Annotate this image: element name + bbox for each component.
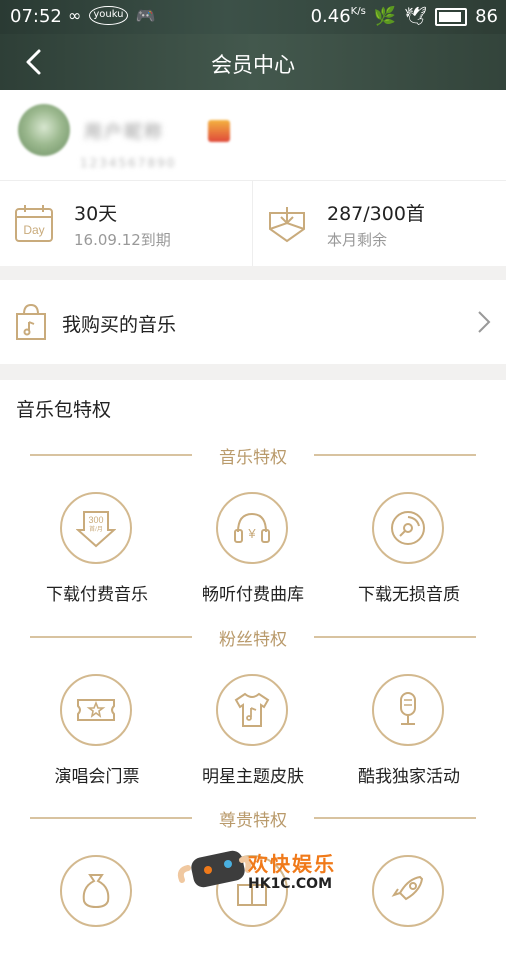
stat-downloads-value: 287/300首 [327,203,425,225]
calendar-day-label: Day [23,223,44,237]
download-300-unit: 首/月 [89,525,103,533]
calendar-day-icon: Day [15,205,53,242]
app-header: 会员中心 [0,34,506,90]
rocket-icon [372,855,444,927]
status-time: 07:52 [10,6,62,27]
stat-days-value: 30天 [74,203,118,225]
infinity-icon: ∞ [68,6,82,25]
my-purchased-music-label: 我购买的音乐 [62,314,177,336]
membership-stats: Day 30天 16.09.12到期 287/300首 本月剩余 [0,180,506,267]
watermark-url: HK1C.COM [248,876,333,892]
section-gap [0,364,506,380]
avatar[interactable] [18,104,70,156]
stat-days-sub: 16.09.12到期 [74,231,171,249]
stat-downloads-sub: 本月剩余 [327,231,388,249]
feature-kuwo-exclusive-events[interactable]: 酷我独家活动 [339,674,479,794]
feature-label: 畅听付费曲库 [202,585,304,605]
status-icons-right: 0.46K/s 🌿 🕊 86 [311,6,498,27]
username: 用户昵称 [84,122,164,143]
status-icons-left: ∞ youku 🎮 [68,6,155,25]
tshirt-icon [216,674,288,746]
status-bar: 07:52 ∞ youku 🎮 0.46K/s 🌿 🕊 86 [0,0,506,34]
feature-star-theme-skin[interactable]: 明星主题皮肤 [183,674,323,794]
download-box-icon [269,207,305,243]
leaf-icon: 🌿 [373,6,397,27]
bird-icon: 🕊 [404,6,428,27]
feature-listen-paid-library[interactable]: ¥ 畅听付费曲库 [183,492,323,612]
download-300-label: 300 [88,515,103,525]
page-title: 会员中心 [211,53,295,77]
yen-symbol: ¥ [247,526,256,541]
section-divider-fans: 粉丝特权 [30,625,476,650]
battery-icon [435,7,468,26]
feature-download-lossless[interactable]: 下载无损音质 [339,492,479,612]
feature-concert-tickets[interactable]: 演唱会门票 [27,674,167,794]
shopping-bag-icon [16,303,46,340]
section-title: 尊贵特权 [219,811,287,831]
stat-days[interactable]: Day 30天 16.09.12到期 [0,181,253,267]
section-title: 音乐特权 [219,448,287,468]
chevron-right-icon [478,311,491,333]
youku-icon: youku [89,6,128,25]
battery-level: 86 [475,6,498,27]
money-bag-icon [60,855,132,927]
download-300-icon: 300 首/月 [60,492,132,564]
section-divider-noble: 尊贵特权 [30,806,476,831]
gamepad-icon: 🎮 [135,6,156,25]
disc-icon [372,492,444,564]
feature-label: 酷我独家活动 [358,767,460,787]
section-title: 粉丝特权 [219,630,287,650]
headphones-yen-icon: ¥ [216,492,288,564]
feature-label: 明星主题皮肤 [202,767,304,787]
net-speed-value: 0.46 [310,6,351,27]
net-speed: 0.46K/s [311,6,366,27]
user-id: 1234567890 [80,156,177,170]
feature-label: 下载无损音质 [358,585,460,605]
feature-download-paid-music[interactable]: 300 首/月 下载付费音乐 [27,492,167,612]
feature-noble-3[interactable] [339,855,479,975]
feature-noble-1[interactable] [27,855,167,975]
section-gap [0,266,506,280]
feature-label: 下载付费音乐 [46,585,148,605]
ticket-star-icon [60,674,132,746]
my-purchased-music-row[interactable]: 我购买的音乐 [0,280,506,364]
stat-downloads[interactable]: 287/300首 本月剩余 [253,181,505,267]
package-title: 音乐包特权 [16,399,112,421]
microphone-icon [372,674,444,746]
section-divider-music: 音乐特权 [30,443,476,468]
watermark-text: 欢快娱乐 [248,852,336,876]
net-speed-unit: K/s [350,6,366,17]
vip-badge-icon [208,120,230,142]
profile-section [0,90,506,180]
feature-label: 演唱会门票 [54,767,140,787]
